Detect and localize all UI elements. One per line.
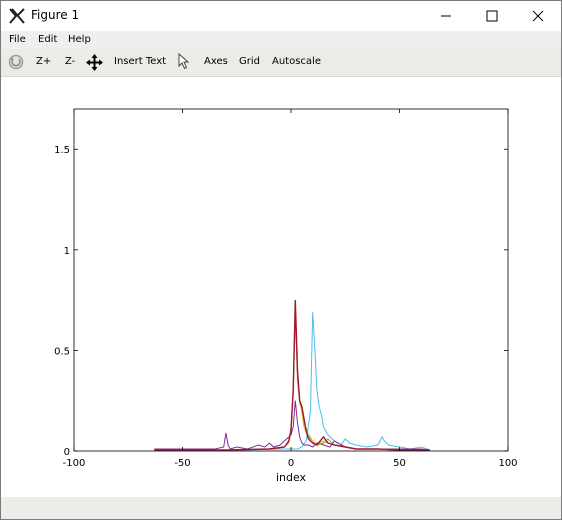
x-tick-label: -100 — [63, 458, 86, 469]
autoscale-button[interactable]: Autoscale — [272, 56, 321, 67]
close-icon — [532, 10, 544, 22]
rotate-icon[interactable] — [8, 54, 24, 70]
axes-button[interactable]: Axes — [204, 56, 228, 67]
y-tick-label: 0 — [64, 447, 70, 458]
y-tick-label: 1.5 — [54, 145, 70, 156]
minimize-button[interactable] — [423, 1, 469, 31]
x-app-icon — [9, 8, 25, 24]
axes-box — [73, 108, 509, 452]
x-tick-label: 100 — [498, 458, 517, 469]
menu-edit[interactable]: Edit — [38, 34, 57, 45]
chart[interactable]: -100 -50 0 50 100 0 0.5 1 1.5 index — [1, 77, 561, 497]
zoom-in-button[interactable]: Z+ — [36, 56, 51, 67]
maximize-button[interactable] — [469, 1, 515, 31]
y-tick-label: 0.5 — [54, 346, 70, 357]
insert-text-button[interactable]: Insert Text — [114, 56, 166, 67]
toolbar: Z+ Z- Insert Text Axes Grid Autoscale — [1, 49, 561, 77]
window-title: Figure 1 — [31, 8, 80, 22]
zoom-out-button[interactable]: Z- — [65, 56, 75, 67]
maximize-icon — [486, 10, 498, 22]
grid-button[interactable]: Grid — [239, 56, 260, 67]
x-tick-label: 50 — [393, 458, 406, 469]
series-line-5 — [154, 300, 430, 451]
y-tick-label: 1 — [64, 246, 70, 257]
menu-file[interactable]: File — [9, 34, 26, 45]
menu-help[interactable]: Help — [68, 34, 91, 45]
status-bar — [1, 497, 561, 519]
pointer-icon[interactable] — [178, 53, 190, 70]
x-tick-label: 0 — [288, 458, 294, 469]
pan-arrows-icon[interactable] — [86, 54, 103, 71]
menu-bar: File Edit Help — [1, 31, 561, 49]
x-axis-label: index — [276, 471, 307, 484]
close-button[interactable] — [515, 1, 561, 31]
minimize-icon — [441, 15, 451, 17]
plot-area: -100 -50 0 50 100 0 0.5 1 1.5 index — [1, 77, 561, 497]
figure-window: Figure 1 File Edit Help Z+ Z- Insert Tex… — [0, 0, 562, 520]
x-tick-label: -50 — [174, 458, 190, 469]
title-bar[interactable]: Figure 1 — [1, 1, 561, 31]
